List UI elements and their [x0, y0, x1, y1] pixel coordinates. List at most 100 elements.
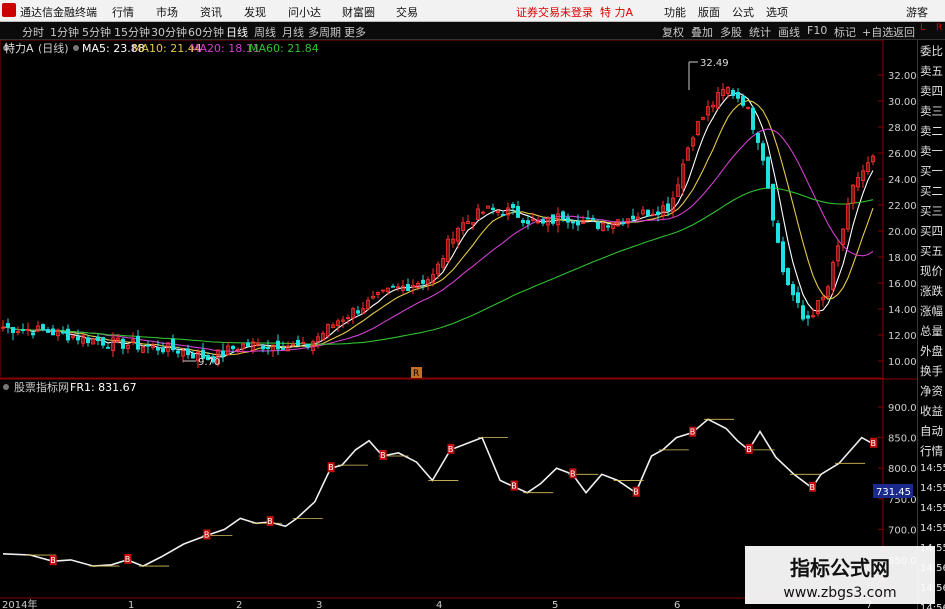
f10-button[interactable]: F10	[807, 24, 827, 37]
candle-body	[510, 204, 515, 209]
quote-panel-item[interactable]: 委比	[920, 43, 943, 59]
main-y-tick-label: 26.00	[888, 149, 917, 160]
quote-panel: L R 委比卖五卖四卖三卖二卖一买一买二买三买四买五现价涨跌涨幅总量外盘换手净资…	[917, 23, 945, 609]
period-more[interactable]: 更多	[344, 24, 366, 40]
quote-panel-item[interactable]: 卖二	[920, 123, 943, 139]
menu-wealth[interactable]: 财富圈	[342, 4, 375, 20]
event-marker-label: R	[413, 369, 419, 379]
candle-body	[591, 217, 596, 220]
quote-panel-item[interactable]: 收益	[920, 403, 943, 419]
period-15min[interactable]: 15分钟	[114, 24, 150, 40]
period-multi[interactable]: 多周期	[308, 24, 341, 40]
add-watchlist-button[interactable]: +自选	[862, 24, 893, 40]
candle-body	[390, 285, 395, 288]
sub-y-tick-label: 700.0	[888, 525, 917, 536]
period-tick[interactable]: 分时	[22, 24, 44, 40]
menu-market[interactable]: 市场	[156, 4, 178, 20]
overlay-button[interactable]: 叠加	[691, 24, 713, 40]
period-1min[interactable]: 1分钟	[50, 24, 79, 40]
sub-y-tick-label: 900.0	[888, 403, 917, 414]
quote-panel-item[interactable]: 14:55	[920, 483, 945, 494]
quote-panel-item[interactable]: 换手	[920, 363, 943, 379]
quote-panel-item[interactable]: 卖四	[920, 83, 943, 99]
candle-body	[566, 217, 571, 223]
mark-button[interactable]: 标记	[834, 24, 856, 40]
watermark-url: www.zbgs3.com	[783, 585, 897, 601]
main-y-tick-label: 22.00	[888, 201, 917, 212]
indicator-value: FR1: 831.67	[70, 381, 137, 394]
quote-panel-item[interactable]: 买二	[920, 183, 943, 199]
candle-body	[10, 327, 15, 334]
candle-body	[305, 343, 310, 348]
x-axis-labels: 2014年 1 2 3 4 5 6 7	[2, 598, 872, 609]
period-60min[interactable]: 60分钟	[188, 24, 224, 40]
candle-body	[631, 215, 636, 220]
period-weekly[interactable]: 周线	[254, 24, 276, 40]
buy-signal-label: B	[267, 517, 273, 526]
kline-chart[interactable]: 特力A (日线) MA5: 23.88 MA10: 21.44 MA20: 18…	[0, 40, 917, 609]
candle-body	[295, 339, 300, 346]
quote-panel-item[interactable]: 外盘	[920, 343, 943, 359]
quote-panel-item[interactable]: 14:55	[920, 463, 945, 474]
quote-panel-item[interactable]: 涨跌	[920, 283, 943, 299]
period-30min[interactable]: 30分钟	[151, 24, 187, 40]
back-button[interactable]: 返回	[893, 24, 915, 40]
menu-ask[interactable]: 问小达	[288, 4, 321, 20]
panel-corner-r[interactable]: R	[936, 23, 942, 33]
quote-panel-item[interactable]: 净资	[920, 383, 943, 399]
login-warning[interactable]: 证券交易未登录 特 力A	[516, 4, 633, 20]
formula-button[interactable]: 公式	[732, 4, 754, 20]
menu-news[interactable]: 资讯	[200, 4, 222, 20]
quote-panel-item[interactable]: 卖三	[920, 103, 943, 119]
quote-panel-item[interactable]: 卖一	[920, 143, 943, 159]
quote-panel-item[interactable]: 现价	[920, 263, 943, 279]
candle-body	[220, 350, 225, 357]
candle-body	[516, 206, 521, 218]
quote-panel-item[interactable]: 涨幅	[920, 303, 943, 319]
candle-body	[741, 95, 746, 106]
menu-trade[interactable]: 交易	[396, 4, 418, 20]
options-button[interactable]: 选项	[766, 4, 788, 20]
quote-panel-item[interactable]: 买三	[920, 203, 943, 219]
layout-button[interactable]: 版面	[698, 4, 720, 20]
candle-body	[756, 132, 761, 143]
quote-panel-item[interactable]: 总量	[920, 323, 943, 339]
quote-panel-item[interactable]: 自动	[920, 423, 943, 439]
period-daily[interactable]: 日线	[226, 24, 248, 40]
menu-quotes[interactable]: 行情	[112, 4, 134, 20]
ma-settings-dot-icon[interactable]	[73, 45, 79, 51]
multi-stock-button[interactable]: 多股	[720, 24, 742, 40]
function-button[interactable]: 功能	[664, 4, 686, 20]
main-y-tick-label: 30.00	[888, 97, 917, 108]
stock-name: 特力A	[4, 41, 34, 55]
watermark-title: 指标公式网	[790, 556, 890, 580]
x-label-month-5: 5	[552, 600, 558, 609]
main-y-tick-label: 28.00	[888, 123, 917, 134]
candle-body	[135, 335, 140, 350]
quote-panel-item[interactable]: 14:55	[920, 503, 945, 514]
low-price-label: 9.70	[198, 357, 220, 368]
candle-body	[571, 221, 576, 224]
quote-panel-item[interactable]: 买五	[920, 243, 943, 259]
main-y-tick-label: 12.00	[888, 331, 917, 342]
panel-corner-l[interactable]: L	[920, 23, 925, 33]
candle-body	[551, 214, 556, 224]
quote-panel-item[interactable]: 买一	[920, 163, 943, 179]
guest-label[interactable]: 游客	[906, 4, 928, 20]
quote-panel-item[interactable]: 卖五	[920, 63, 943, 79]
candle-body	[776, 223, 781, 243]
indicator-dot-icon[interactable]	[3, 384, 9, 390]
period-monthly[interactable]: 月线	[282, 24, 304, 40]
restore-rights-button[interactable]: 复权	[662, 24, 684, 40]
candle-body	[280, 348, 285, 350]
menu-discover[interactable]: 发现	[244, 4, 266, 20]
indicator-curve	[2, 418, 874, 567]
quote-panel-item[interactable]: 14:55	[920, 523, 945, 534]
period-5min[interactable]: 5分钟	[82, 24, 111, 40]
quote-panel-item[interactable]: 行情	[920, 443, 943, 459]
indicator-name: 股票指标网	[14, 380, 69, 394]
candle-body	[761, 143, 766, 161]
draw-line-button[interactable]: 画线	[778, 24, 800, 40]
statistics-button[interactable]: 统计	[749, 24, 771, 40]
quote-panel-item[interactable]: 买四	[920, 223, 943, 239]
